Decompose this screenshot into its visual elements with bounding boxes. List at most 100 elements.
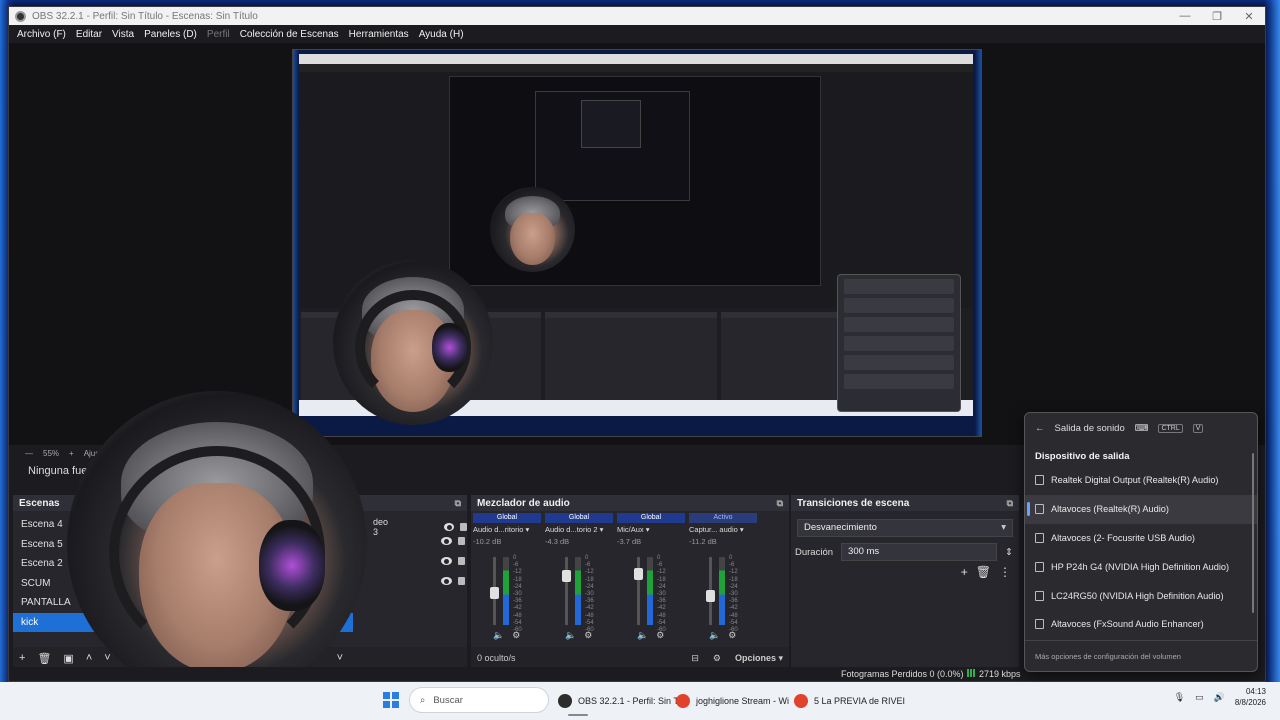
trash-icon[interactable]: 🗑 (976, 565, 991, 579)
meter-tick-label: -18 (513, 576, 522, 583)
maximize-button[interactable]: ❐ (1201, 10, 1233, 23)
nested-transitions-dock (721, 312, 843, 408)
zoom-in-button[interactable]: + (69, 449, 74, 458)
undock-icon[interactable]: ⧉ (777, 498, 783, 509)
taskbar-app-obs[interactable]: OBS 32.2.1 - Perfil: Sin Ti (558, 688, 681, 716)
microphone-icon[interactable]: 🎙 (1174, 692, 1185, 703)
menu-archivo[interactable]: Archivo (F) (17, 29, 66, 40)
add-scene-icon[interactable]: + (19, 652, 25, 664)
volume-slider[interactable] (565, 557, 568, 625)
scrollbar[interactable] (1252, 453, 1254, 613)
source-move-down-icon[interactable]: ˅ (337, 652, 343, 664)
speaker-icon[interactable]: 🔈 (493, 630, 504, 641)
device-list: Realtek Digital Output (Realtek(R) Audio… (1025, 466, 1257, 639)
undock-icon[interactable]: ⧉ (455, 498, 461, 509)
menu-vista[interactable]: Vista (112, 29, 134, 40)
close-button[interactable]: ✕ (1233, 10, 1265, 23)
channel-header: Global (545, 513, 613, 523)
clock[interactable]: 04:13 8/8/2026 (1235, 686, 1266, 708)
windows-start-icon[interactable] (383, 692, 399, 708)
channel-menu-icon[interactable]: ⚙ (728, 630, 736, 641)
hidden-count: 0 oculto/s (477, 653, 516, 663)
speaker-icon[interactable]: 🔈 (709, 630, 720, 641)
eye-icon[interactable] (444, 523, 455, 531)
output-device-item[interactable]: Altavoces (FxSound Audio Enhancer) (1025, 610, 1257, 639)
output-device-item[interactable]: Realtek Digital Output (Realtek(R) Audio… (1025, 466, 1257, 495)
source-row[interactable] (441, 557, 465, 565)
source-row[interactable]: deo 3 (373, 517, 467, 537)
undock-icon[interactable]: ⧉ (1007, 498, 1013, 509)
menu-perfil[interactable]: Perfil (207, 29, 230, 40)
taskbar-app-brave-1[interactable]: joghiglione Stream - Wi (676, 688, 789, 714)
add-transition-icon[interactable]: + (961, 565, 968, 579)
output-device-item[interactable]: HP P24h G4 (NVIDIA High Definition Audio… (1025, 552, 1257, 581)
meter-tick-label: -24 (513, 583, 522, 590)
taskbar-app-brave-2[interactable]: 5 La PREVIA de RIVEI (794, 688, 905, 714)
title-bar: OBS 32.2.1 - Perfil: Sin Título - Escena… (9, 7, 1265, 25)
menu-editar[interactable]: Editar (76, 29, 102, 40)
speaker-device-icon (1035, 532, 1044, 543)
gear-icon[interactable]: ⚙ (713, 653, 721, 664)
duration-input[interactable]: 300 ms (841, 543, 998, 561)
transitions-dock-header: Transiciones de escena ⧉ (791, 495, 1019, 511)
source-row[interactable] (441, 537, 465, 545)
eye-icon[interactable] (441, 537, 452, 545)
menu-herramientas[interactable]: Herramientas (349, 29, 409, 40)
channel-menu-icon[interactable]: ⚙ (656, 630, 664, 641)
duration-stepper[interactable]: ⇕ (1005, 547, 1013, 558)
taskbar-app-label: joghiglione Stream - Wi (696, 696, 790, 706)
channel-name-text: Audio d...ritorio (473, 525, 524, 534)
taskbar-search[interactable]: ⌕ Buscar (409, 687, 549, 713)
volume-slider-knob[interactable] (706, 589, 715, 602)
source-row[interactable] (441, 577, 465, 585)
lock-icon[interactable] (458, 537, 465, 545)
channel-menu-icon[interactable]: ⚙ (584, 630, 592, 641)
minimize-button[interactable]: — (1169, 10, 1201, 23)
menu-coleccion[interactable]: Colección de Escenas (240, 29, 339, 40)
clock-date: 8/8/2026 (1234, 698, 1266, 707)
output-device-item[interactable]: LC24RG50 (NVIDIA High Definition Audio) (1025, 581, 1257, 610)
channel-controls: 🔈 ⚙ (565, 630, 592, 641)
speaker-icon[interactable]: 🔈 (637, 630, 648, 641)
eye-icon[interactable] (441, 557, 452, 565)
output-device-selected[interactable]: Altavoces (Realtek(R) Audio) (1025, 494, 1257, 524)
more-icon[interactable]: ⋮ (999, 565, 1011, 579)
meter-tick-label: -12 (585, 569, 594, 576)
back-arrow-icon[interactable]: ← (1035, 423, 1045, 434)
channel-name[interactable]: Audio d...ritorio ▾ (473, 525, 541, 534)
lock-icon[interactable] (458, 577, 465, 585)
meter-tick-label: -54 (585, 619, 594, 626)
volume-slider-knob[interactable] (562, 570, 571, 583)
move-up-icon[interactable]: ˄ (86, 652, 92, 664)
zoom-out-button[interactable]: — (25, 449, 33, 458)
channel-name[interactable]: Captur... audio ▾ (689, 525, 757, 534)
volume-slider-knob[interactable] (490, 587, 499, 600)
transition-select[interactable]: Desvanecimiento (797, 519, 1013, 537)
move-down-icon[interactable]: ˅ (104, 652, 110, 664)
channel-menu-icon[interactable]: ⚙ (512, 630, 520, 641)
network-icon[interactable]: ▭ (1195, 692, 1204, 703)
speaker-icon[interactable]: 🔈 (565, 630, 576, 641)
eye-icon[interactable] (441, 577, 452, 585)
zoom-level[interactable]: 55% (43, 449, 59, 458)
volume-slider-knob[interactable] (634, 568, 643, 580)
options-button[interactable]: Opciones ▾ (735, 653, 783, 664)
meter-tick-label: -36 (585, 598, 594, 605)
speaker-icon[interactable]: 🔊 (1214, 692, 1225, 703)
menu-paneles[interactable]: Paneles (D) (144, 29, 197, 40)
more-volume-settings-link[interactable]: Más opciones de configuración del volume… (1035, 652, 1181, 661)
lock-icon[interactable] (458, 557, 465, 565)
webcam-earcup (432, 322, 468, 373)
filter-icon[interactable]: ▣ (63, 652, 73, 665)
lock-icon[interactable] (460, 523, 467, 531)
channel-name[interactable]: Mic/Aux ▾ (617, 525, 685, 534)
nested-menubar (299, 64, 973, 72)
meter-tick-label: -42 (657, 605, 666, 612)
layout-icon[interactable]: ⊟ (691, 653, 699, 664)
trash-icon[interactable]: 🗑 (37, 652, 51, 665)
menu-ayuda[interactable]: Ayuda (H) (419, 29, 464, 40)
obs-logo-icon (15, 10, 26, 22)
output-device-item[interactable]: Altavoces (2- Focusrite USB Audio) (1025, 524, 1257, 553)
program-preview[interactable] (292, 49, 982, 437)
channel-name[interactable]: Audio d...torio 2 ▾ (545, 525, 613, 534)
